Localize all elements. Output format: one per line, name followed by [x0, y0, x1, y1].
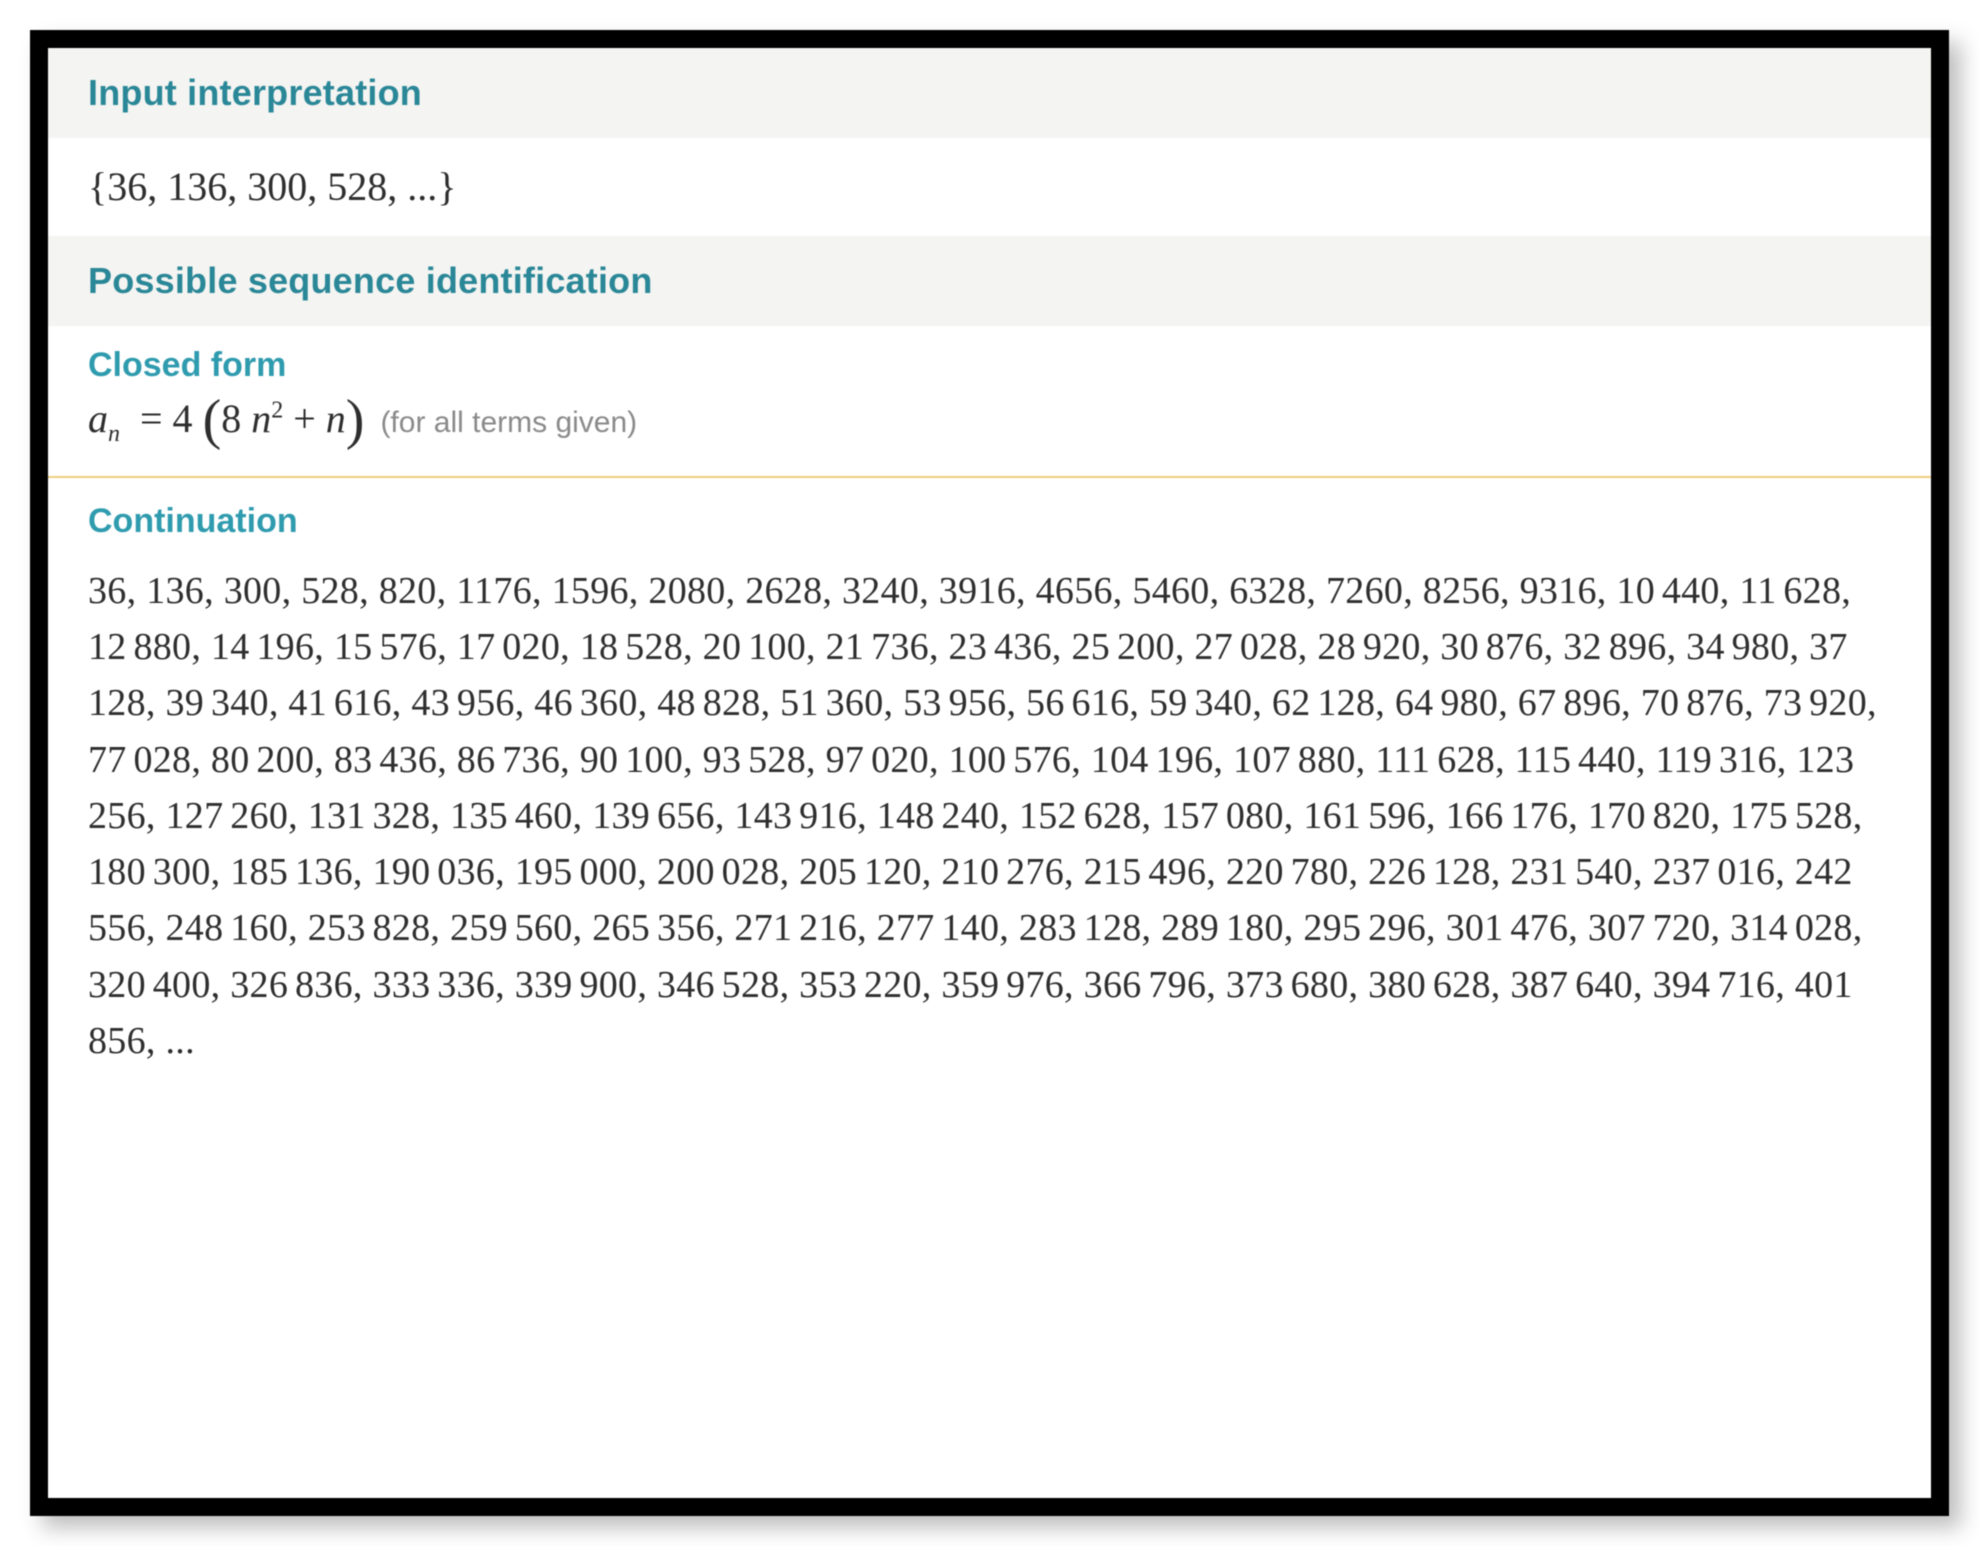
- input-sequence: {36, 136, 300, 528, ...}: [48, 138, 1931, 236]
- subsection-title-closed-form: Closed form: [48, 326, 1931, 391]
- subsection-title-continuation: Continuation: [48, 478, 1931, 555]
- closed-form-expression: an = 4 (8 n2 + n) (for all terms given): [48, 391, 1931, 470]
- continuation-section: Continuation 36, 136, 300, 528, 820, 117…: [48, 476, 1931, 1498]
- closed-form-subscript: n: [108, 421, 120, 447]
- output-card: Input interpretation {36, 136, 300, 528,…: [30, 30, 1949, 1516]
- section-title-possible-sequence-identification: Possible sequence identification: [48, 236, 1931, 326]
- section-title-input-interpretation: Input interpretation: [48, 48, 1931, 138]
- continuation-values: 36, 136, 300, 528, 820, 1176, 1596, 2080…: [48, 555, 1931, 1079]
- closed-form-variable: a: [88, 396, 108, 441]
- closed-form-lhs: an = 4 (8 n2 + n): [88, 395, 364, 448]
- card-body: Input interpretation {36, 136, 300, 528,…: [48, 48, 1931, 1498]
- closed-form-note: (for all terms given): [380, 406, 637, 440]
